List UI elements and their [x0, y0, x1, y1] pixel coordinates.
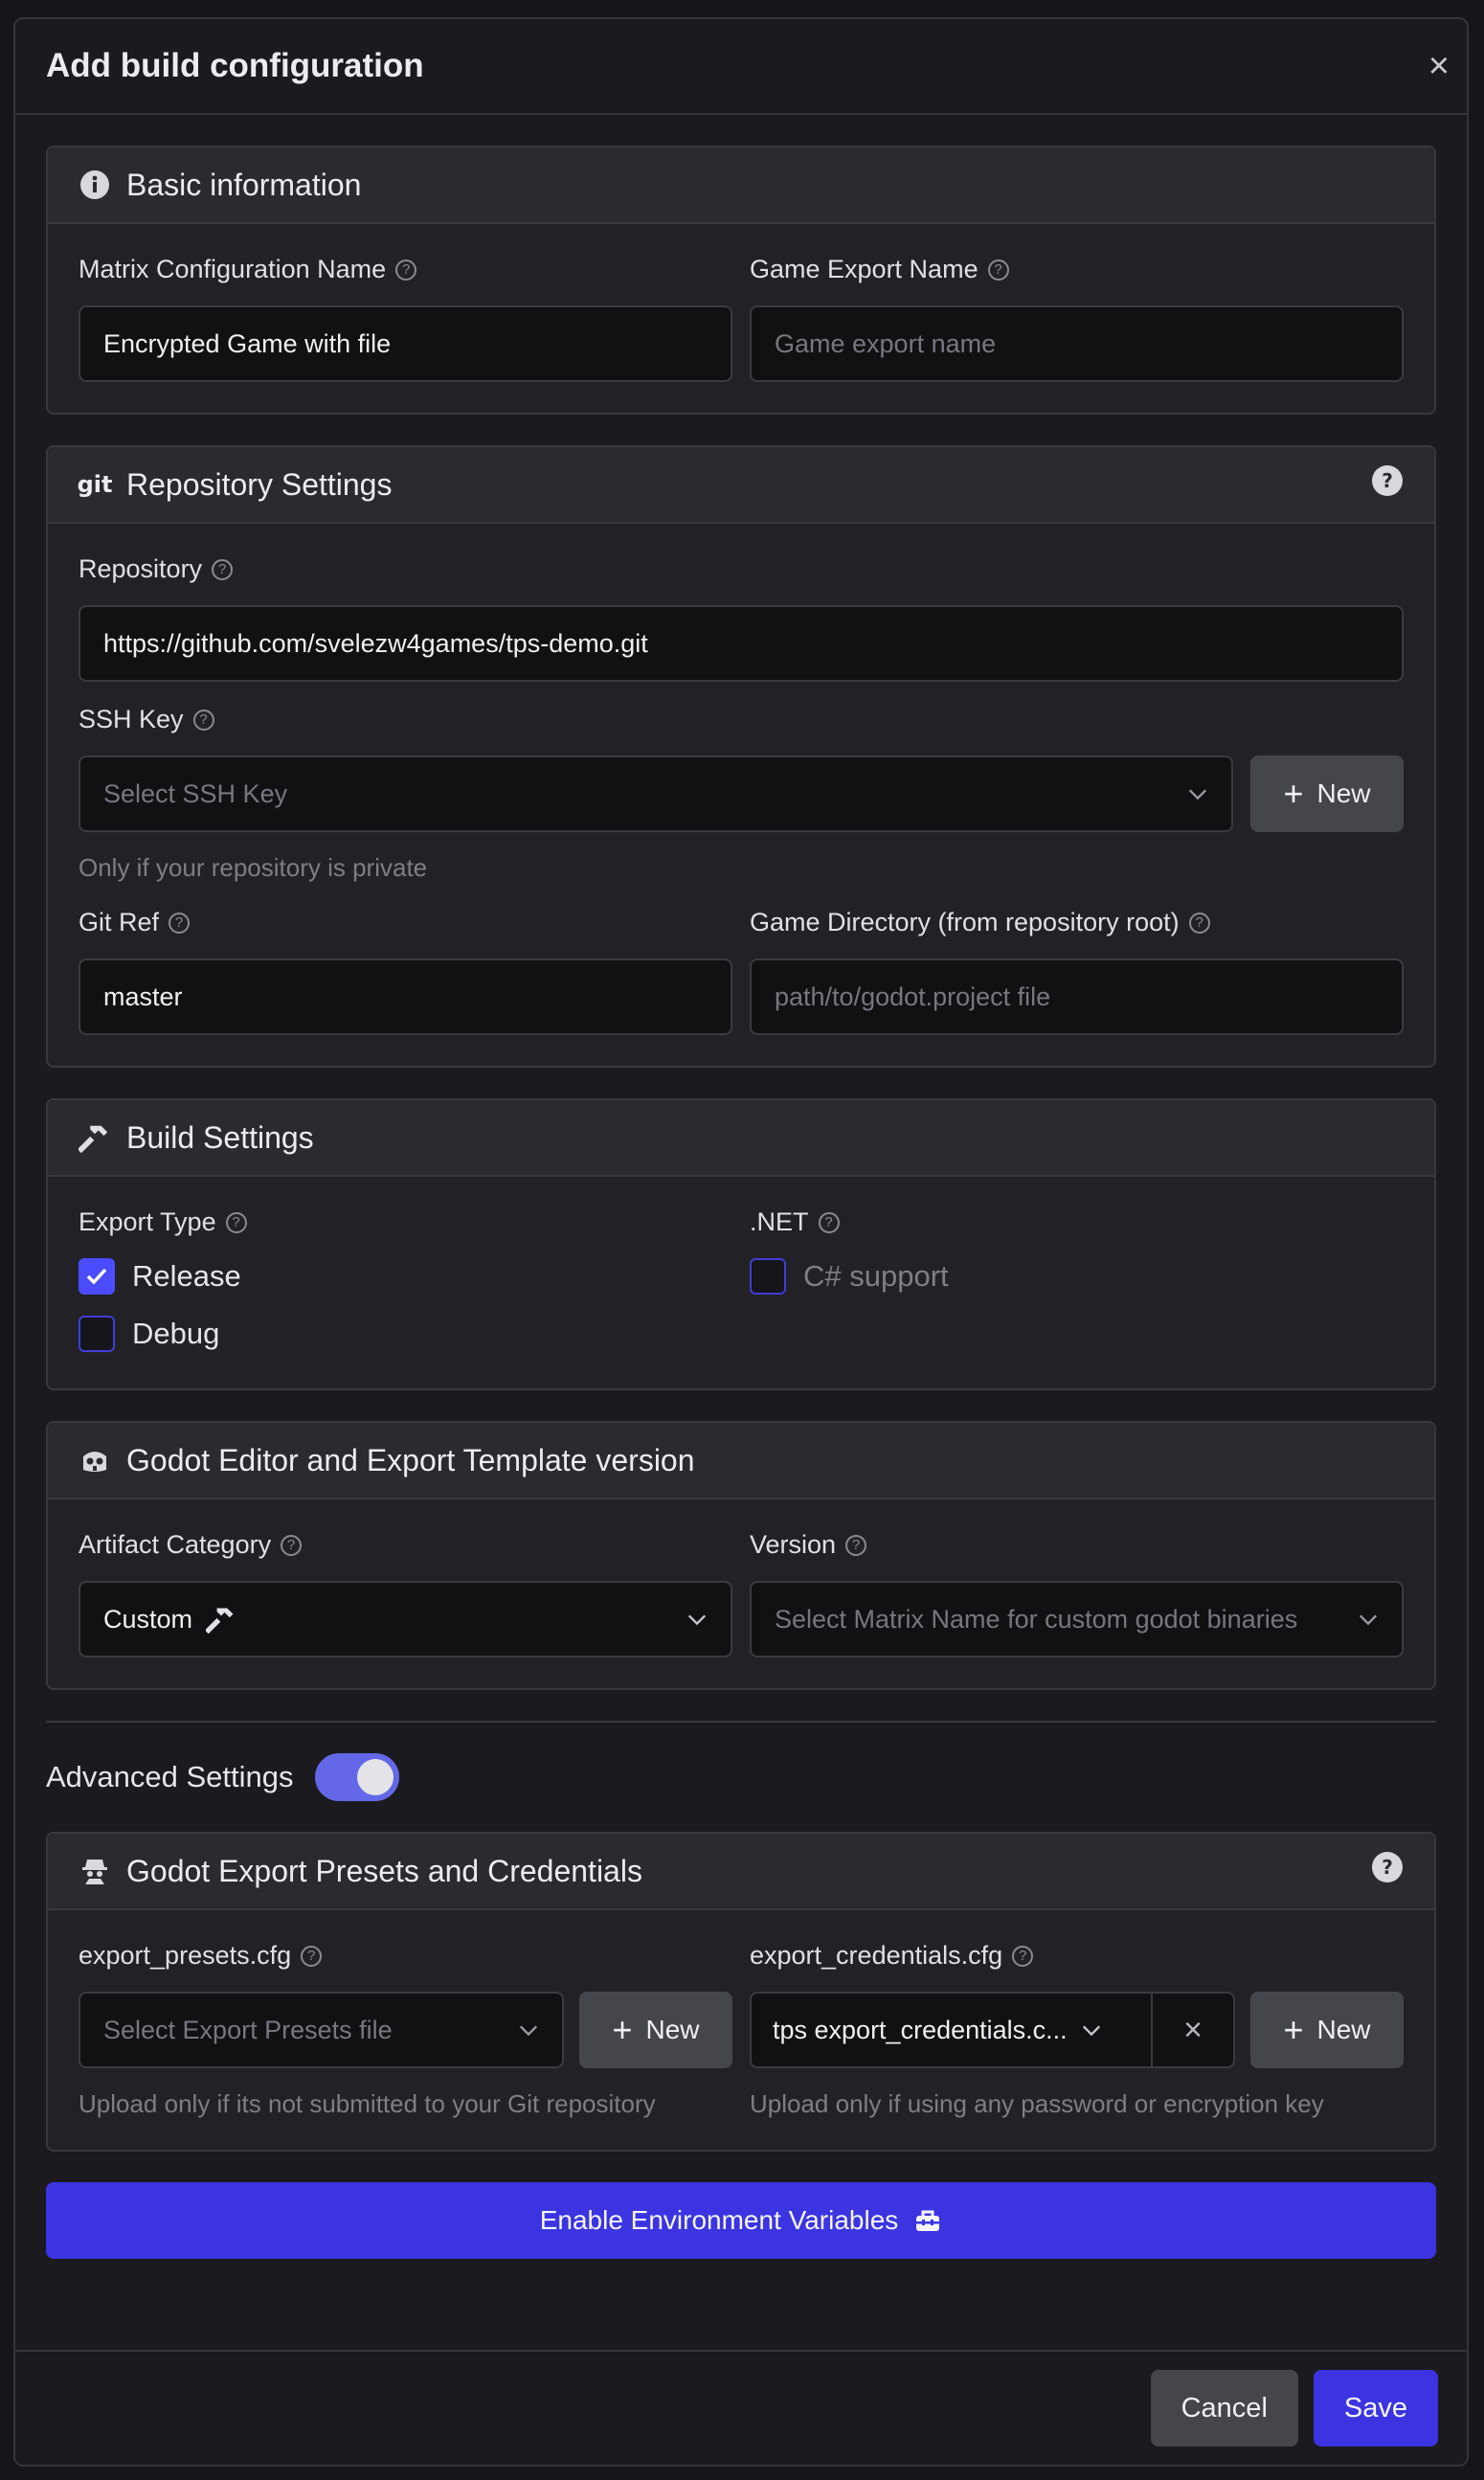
new-ssh-key-button[interactable]: + New	[1250, 755, 1404, 832]
credentials-hint: Upload only if using any password or enc…	[750, 2089, 1324, 2118]
build-settings-title: Build Settings	[126, 1119, 314, 1155]
help-icon[interactable]: ?	[818, 1211, 840, 1233]
chevron-down-icon	[1082, 2025, 1100, 2037]
modal-footer: Cancel Save	[15, 2350, 1467, 2465]
godot-version-title: Godot Editor and Export Template version	[126, 1442, 695, 1477]
hammer-icon	[79, 1121, 111, 1154]
basic-info-card: Basic information Matrix Configuration N…	[46, 146, 1436, 415]
plus-icon: +	[1283, 2010, 1304, 2049]
presets-credentials-card: Godot Export Presets and Credentials ? e…	[46, 1832, 1436, 2152]
help-icon[interactable]: ?	[225, 1211, 247, 1233]
export-type-label: Export Type	[79, 1207, 216, 1236]
godot-icon	[79, 1444, 111, 1477]
help-icon[interactable]: ?	[192, 709, 214, 731]
debug-label: Debug	[132, 1317, 220, 1350]
export-presets-select[interactable]: Select Export Presets file	[79, 1992, 564, 2068]
export-credentials-label: export_credentials.cfg	[750, 1941, 1003, 1970]
artifact-category-value: Custom	[103, 1604, 193, 1634]
plus-icon: +	[612, 2010, 633, 2049]
game-directory-label: Game Directory (from repository root)	[750, 908, 1180, 936]
hammer-icon	[206, 1608, 234, 1635]
advanced-settings-toggle[interactable]	[314, 1753, 399, 1801]
export-presets-label: export_presets.cfg	[79, 1941, 292, 1970]
debug-checkbox[interactable]	[79, 1316, 115, 1352]
basic-info-title: Basic information	[126, 167, 362, 202]
chevron-down-icon	[1359, 1614, 1378, 1626]
repository-label: Repository	[79, 554, 203, 583]
plus-icon: +	[1283, 774, 1304, 813]
version-label: Version	[750, 1530, 837, 1559]
cancel-button[interactable]: Cancel	[1150, 2370, 1298, 2446]
svg-text:?: ?	[1382, 469, 1393, 492]
build-config-modal: Add build configuration × Basic informat…	[13, 17, 1469, 2467]
export-name-input[interactable]: Game export name	[750, 305, 1404, 382]
release-label: Release	[132, 1259, 241, 1293]
check-icon	[86, 1268, 107, 1285]
ssh-key-placeholder: Select SSH Key	[103, 778, 288, 808]
info-icon	[79, 169, 111, 201]
close-icon[interactable]: ×	[1428, 48, 1450, 84]
git-ref-input[interactable]: master	[79, 958, 732, 1035]
help-icon[interactable]: ?	[169, 912, 191, 934]
chevron-down-icon	[519, 2025, 538, 2037]
clear-credentials-icon[interactable]: ×	[1151, 1994, 1233, 2066]
help-icon[interactable]: ?	[1012, 1945, 1034, 1967]
export-credentials-value: tps export_credentials.c...	[773, 2015, 1068, 2044]
export-presets-placeholder: Select Export Presets file	[103, 2015, 393, 2044]
git-ref-label: Git Ref	[79, 908, 160, 936]
help-icon[interactable]: ?	[845, 1534, 867, 1556]
save-button[interactable]: Save	[1313, 2370, 1438, 2446]
release-checkbox[interactable]	[79, 1258, 115, 1295]
repository-input[interactable]: https://github.com/svelezw4games/tps-dem…	[79, 605, 1404, 682]
modal-header: Add build configuration ×	[15, 19, 1467, 115]
artifact-category-label: Artifact Category	[79, 1530, 272, 1559]
presets-credentials-title: Godot Export Presets and Credentials	[126, 1853, 642, 1888]
game-directory-input[interactable]: path/to/godot.project file	[750, 958, 1404, 1035]
version-placeholder: Select Matrix Name for custom godot bina…	[775, 1604, 1298, 1634]
help-icon[interactable]: ?	[301, 1945, 323, 1967]
help-icon[interactable]: ?	[281, 1534, 303, 1556]
svg-text:?: ?	[1382, 1856, 1393, 1879]
export-name-label: Game Export Name	[750, 255, 978, 283]
dotnet-label: .NET	[750, 1207, 809, 1236]
chevron-down-icon	[1188, 789, 1207, 800]
presets-hint: Upload only if its not submitted to your…	[79, 2089, 656, 2118]
git-icon: git	[77, 471, 113, 498]
help-circle-icon[interactable]: ?	[1371, 1851, 1404, 1891]
build-settings-card: Build Settings Export Type? Release Debu…	[46, 1098, 1436, 1390]
toolbox-icon	[916, 2210, 940, 2231]
help-icon[interactable]: ?	[987, 259, 1009, 281]
matrix-name-label: Matrix Configuration Name	[79, 255, 387, 283]
help-icon[interactable]: ?	[212, 558, 234, 580]
modal-title: Add build configuration	[46, 47, 424, 84]
chevron-down-icon	[687, 1614, 707, 1626]
matrix-name-input[interactable]: Encrypted Game with file	[79, 305, 732, 382]
csharp-checkbox[interactable]	[750, 1258, 786, 1295]
advanced-settings-label: Advanced Settings	[46, 1760, 294, 1793]
ssh-hint: Only if your repository is private	[79, 853, 428, 882]
divider	[46, 1721, 1436, 1723]
repository-card: git Repository Settings ? Repository? ht…	[46, 445, 1436, 1068]
repository-title: Repository Settings	[126, 466, 393, 502]
ssh-key-label: SSH Key	[79, 705, 184, 733]
artifact-category-select[interactable]: Custom	[79, 1581, 732, 1657]
help-icon[interactable]: ?	[1188, 912, 1210, 934]
new-export-credentials-button[interactable]: + New	[1250, 1992, 1404, 2068]
advanced-settings-row: Advanced Settings	[46, 1753, 1436, 1801]
ssh-key-select[interactable]: Select SSH Key	[79, 755, 1233, 832]
godot-version-card: Godot Editor and Export Template version…	[46, 1421, 1436, 1690]
help-circle-icon[interactable]: ?	[1371, 464, 1404, 505]
spy-icon	[79, 1855, 111, 1887]
enable-env-vars-button[interactable]: Enable Environment Variables	[46, 2182, 1436, 2259]
export-credentials-select[interactable]: tps export_credentials.c... ×	[750, 1992, 1235, 2068]
version-select[interactable]: Select Matrix Name for custom godot bina…	[750, 1581, 1404, 1657]
help-icon[interactable]: ?	[395, 259, 417, 281]
new-export-presets-button[interactable]: + New	[579, 1992, 732, 2068]
csharp-label: C# support	[803, 1259, 949, 1293]
